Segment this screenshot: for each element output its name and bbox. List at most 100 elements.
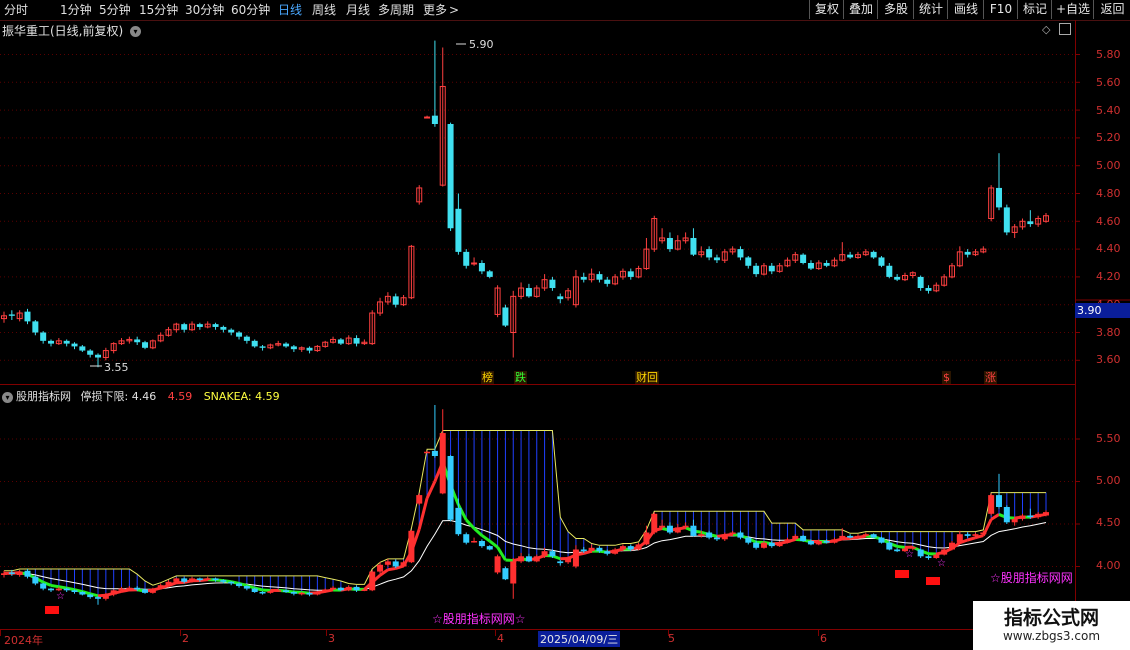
chevron-down-icon[interactable]: ▾ <box>2 391 13 403</box>
ind-candle-body <box>431 450 438 456</box>
candle-body <box>596 274 603 280</box>
candle-body <box>478 263 485 272</box>
chevron-down-icon[interactable]: ▾ <box>130 26 142 37</box>
ind-candle-body <box>682 525 689 528</box>
ind-candle-body <box>157 585 164 589</box>
ind-candle-body <box>471 541 478 543</box>
y-tick: 4.60 <box>1096 215 1121 228</box>
candle-body <box>557 296 564 300</box>
ind-candle-body <box>831 539 838 543</box>
indicator-value: 4.59 <box>167 390 193 403</box>
ind-candle-body <box>800 535 807 541</box>
diamond-icon[interactable]: ◇ <box>1042 23 1050 36</box>
candle-body <box>353 338 360 344</box>
candle-body <box>525 288 532 297</box>
ind-candle-body <box>71 590 78 592</box>
candle-body <box>549 279 556 289</box>
ind-candle-body <box>753 542 760 548</box>
ind-candle-body <box>314 592 321 595</box>
ind-candle-body <box>972 534 979 536</box>
snake-segment <box>481 534 491 543</box>
indicator-lines <box>4 430 1047 598</box>
star-icon: ☆ <box>937 558 946 569</box>
candle-body <box>870 251 877 258</box>
signal-block <box>895 570 909 578</box>
ind-candle-body <box>196 578 203 581</box>
candle-body <box>290 346 297 350</box>
ind-candle-body <box>643 532 650 545</box>
event-badge[interactable]: 涨 <box>984 371 997 384</box>
y-tick: 5.60 <box>1096 76 1121 89</box>
ind-candle-body <box>24 570 31 577</box>
ind-candle-body <box>126 587 133 590</box>
event-badge[interactable]: 榜 <box>481 371 494 384</box>
snake-segment <box>387 566 396 572</box>
ind-candle-body <box>48 588 55 591</box>
stock-title-text: 振华重工(日线,前复权) <box>2 24 124 38</box>
ind-candle-body <box>16 571 23 575</box>
ind-candle-body <box>988 495 995 514</box>
star-icon: ☆ <box>905 549 914 560</box>
ind-candle-body <box>40 583 47 589</box>
x-axis-label: 2024年 <box>4 634 43 647</box>
ind-candle-body <box>729 532 736 535</box>
indicator-title[interactable]: ▾ 股朋指标网 停损下限: 4.46 4.59 SNAKEA: 4.59 <box>2 388 280 404</box>
ind-candle-body <box>690 525 697 536</box>
ind-candle-body <box>400 562 407 567</box>
candle-body <box>894 276 901 280</box>
ind-candle-body <box>886 542 893 550</box>
logo-url: www.zbgs3.com <box>1002 629 1101 643</box>
indicator-fill <box>34 430 1047 596</box>
candle-body <box>283 343 290 347</box>
candle-body <box>212 324 219 327</box>
y-tick: 4.40 <box>1096 242 1121 255</box>
ind-candle-body <box>839 535 846 540</box>
low-price-label: 3.55 <box>104 361 129 374</box>
ind-candle-body <box>228 581 235 584</box>
candle-body <box>134 339 141 343</box>
candle-body <box>259 346 266 348</box>
ind-candle-body <box>651 513 658 533</box>
ind-candle-body <box>995 495 1002 507</box>
ind-candle-body <box>353 586 360 591</box>
ind-candle-body <box>572 549 579 567</box>
ind-candle-body <box>533 556 540 562</box>
ind-candle-body <box>79 592 86 595</box>
candle-body <box>925 288 932 291</box>
ind-candle-body <box>768 542 775 547</box>
ind-candle-body <box>149 588 156 593</box>
ind-candle-body <box>847 535 854 538</box>
ind-candle-body <box>322 589 329 592</box>
kline-chart[interactable]: ☆ ☆ ☆ <box>0 0 1130 650</box>
ind-candle-body <box>181 578 188 582</box>
ind-candle-body <box>580 549 587 552</box>
candle-body <box>228 329 235 333</box>
ind-candle-body <box>110 590 117 595</box>
ind-candle-body <box>659 525 666 528</box>
candle-body <box>79 346 86 351</box>
event-badge[interactable]: 财回 <box>635 371 659 384</box>
ind-candle-body <box>416 495 423 504</box>
candle-body <box>964 251 971 255</box>
current-price-tag: 3.90 <box>1075 303 1130 318</box>
stock-title[interactable]: 振华重工(日线,前复权) ▾ <box>2 22 142 39</box>
ind-candle-body <box>236 583 243 587</box>
x-axis-label: 5 <box>668 632 675 645</box>
candle-body <box>181 324 188 330</box>
candle-body <box>768 265 775 272</box>
high-price-label: 5.90 <box>469 38 494 51</box>
ind-candle-body <box>1 573 7 575</box>
y-tick: 5.40 <box>1096 104 1121 117</box>
event-badge[interactable]: $ <box>942 371 951 384</box>
ind-candle-body <box>948 542 955 550</box>
ind-candle-body <box>956 534 963 543</box>
ind-candle-body <box>980 532 987 535</box>
ind-candle-body <box>596 547 603 552</box>
ind-candle-body <box>776 542 783 547</box>
ind-candle-body <box>745 537 752 543</box>
panel-toggle-icon[interactable] <box>1059 23 1071 35</box>
candle-body <box>627 271 634 277</box>
event-badge[interactable]: 跌 <box>514 371 527 384</box>
snake-segment <box>505 558 514 563</box>
ind-candle-body <box>275 590 282 592</box>
